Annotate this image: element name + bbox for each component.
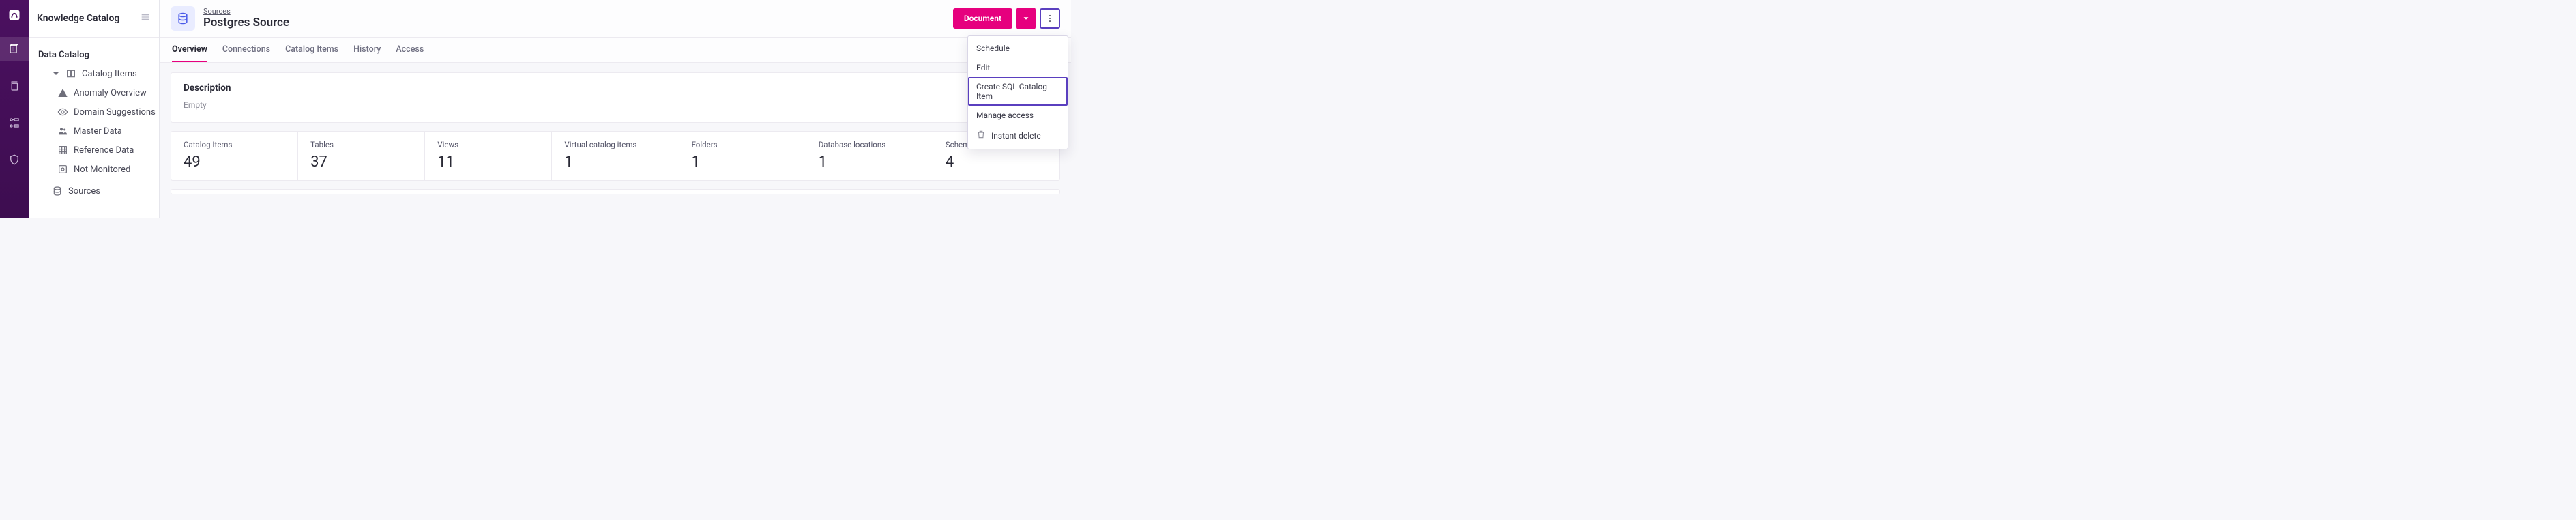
rail-item-shield[interactable]	[0, 147, 29, 172]
stat-database-locations: Database locations 1	[806, 132, 933, 180]
grid-icon	[57, 145, 68, 156]
tab-catalog-items[interactable]: Catalog Items	[285, 38, 338, 62]
more-actions-button[interactable]	[1040, 8, 1060, 29]
rail-item-nodes[interactable]	[0, 111, 29, 135]
sidebar-item-master-data[interactable]: Master Data	[29, 121, 159, 141]
sidebar-item-sources[interactable]: Sources	[29, 182, 159, 201]
description-title: Description	[184, 83, 1047, 93]
chevron-down-icon	[52, 68, 60, 79]
menu-item-manage-access[interactable]: Manage access	[968, 106, 1068, 125]
menu-item-edit[interactable]: Edit	[968, 58, 1068, 77]
main: Sources Postgres Source Document Schedul…	[160, 0, 1071, 218]
stat-tables: Tables 37	[298, 132, 425, 180]
monitor-off-icon	[57, 164, 68, 175]
description-card: Description Empty	[171, 72, 1060, 123]
book-icon	[65, 68, 76, 79]
sidebar: Knowledge Catalog Data Catalog Catalog I…	[29, 0, 160, 218]
tab-history[interactable]: History	[353, 38, 381, 62]
stat-views: Views 11	[425, 132, 552, 180]
document-button[interactable]: Document	[953, 8, 1012, 29]
page-title: Postgres Source	[203, 16, 289, 30]
sidebar-item-reference-data[interactable]: Reference Data	[29, 141, 159, 160]
menu-item-instant-delete[interactable]: Instant delete	[968, 125, 1068, 146]
app-rail	[0, 0, 29, 218]
description-value: Empty	[184, 100, 1047, 110]
menu-item-schedule[interactable]: Schedule	[968, 39, 1068, 58]
rail-item-copy[interactable]	[0, 74, 29, 98]
sidebar-header: Knowledge Catalog	[29, 0, 159, 38]
people-icon	[57, 126, 68, 136]
next-card-placeholder	[171, 189, 1060, 194]
sidebar-section-data-catalog[interactable]: Data Catalog	[29, 46, 159, 64]
document-button-dropdown[interactable]	[1016, 8, 1036, 29]
rail-item-catalog[interactable]	[0, 37, 29, 61]
database-icon	[52, 186, 63, 197]
tab-connections[interactable]: Connections	[222, 38, 270, 62]
tab-access[interactable]: Access	[396, 38, 424, 62]
sidebar-tree: Data Catalog Catalog Items Anomaly Overv…	[29, 38, 159, 209]
tabs: Overview Connections Catalog Items Histo…	[160, 38, 1071, 63]
page-header: Sources Postgres Source Document Schedul…	[160, 0, 1071, 38]
eye-icon	[57, 106, 68, 117]
trash-icon	[976, 130, 986, 141]
app-title: Knowledge Catalog	[37, 13, 119, 24]
stat-catalog-items: Catalog Items 49	[171, 132, 298, 180]
menu-toggle-icon[interactable]	[140, 12, 151, 25]
stats-card: Catalog Items 49 Tables 37 Views 11 Virt…	[171, 131, 1060, 181]
warning-icon	[57, 87, 68, 98]
sidebar-item-not-monitored[interactable]: Not Monitored	[29, 160, 159, 179]
sidebar-item-domain-suggestions[interactable]: Domain Suggestions	[29, 102, 159, 121]
tab-overview[interactable]: Overview	[172, 38, 207, 62]
app-logo[interactable]	[5, 5, 24, 25]
breadcrumb[interactable]: Sources	[203, 7, 289, 16]
sidebar-item-anomaly-overview[interactable]: Anomaly Overview	[29, 83, 159, 102]
sidebar-group-catalog-items[interactable]: Catalog Items	[29, 64, 159, 83]
source-database-icon	[171, 6, 195, 31]
stat-virtual-catalog-items: Virtual catalog items 1	[552, 132, 679, 180]
more-actions-menu: Schedule Edit Create SQL Catalog Item Ma…	[967, 35, 1068, 149]
stat-folders: Folders 1	[679, 132, 806, 180]
menu-item-create-sql-catalog-item[interactable]: Create SQL Catalog Item	[968, 77, 1068, 106]
